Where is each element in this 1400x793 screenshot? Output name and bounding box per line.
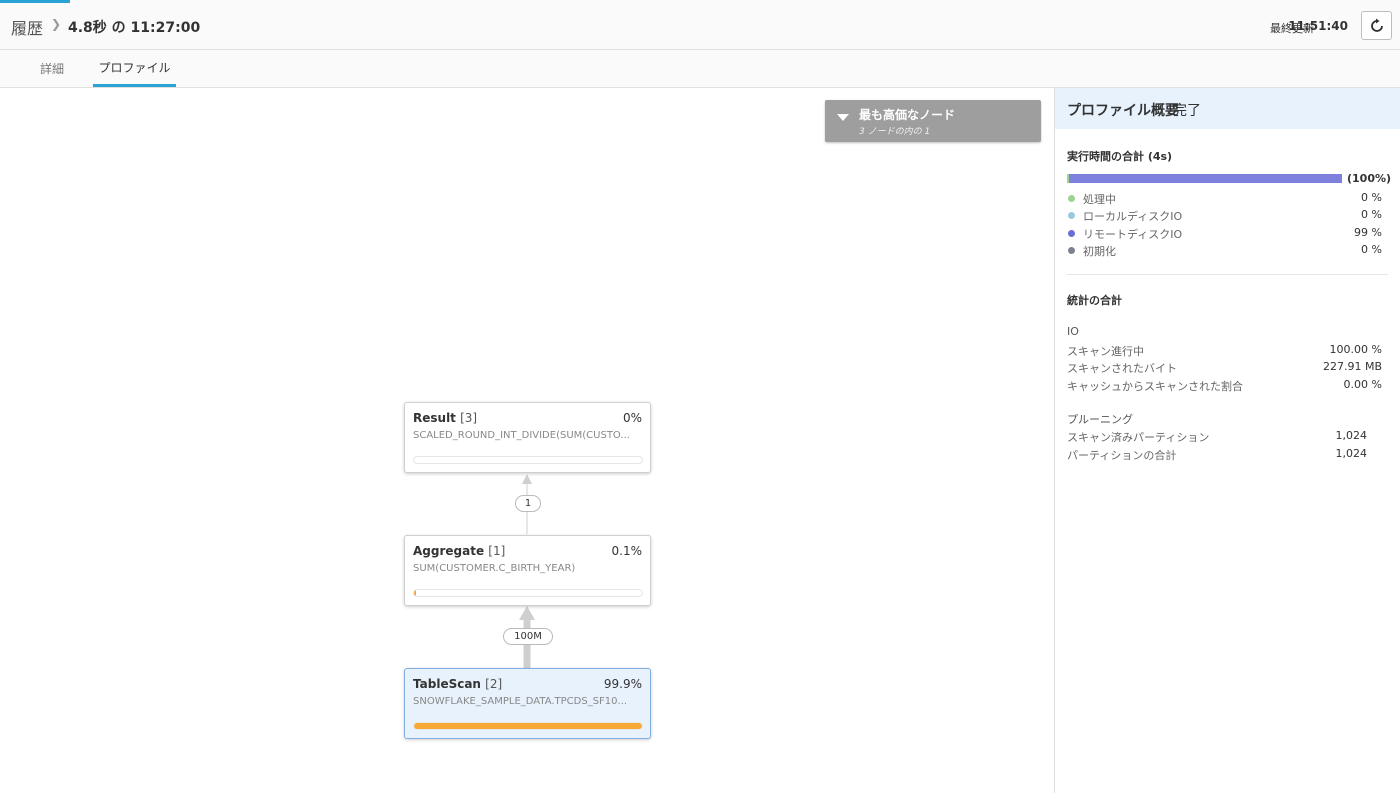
stat-row: パーティションの合計 1,024 bbox=[1067, 447, 1367, 462]
last-updated-time: 11:51:40 bbox=[1288, 19, 1348, 33]
legend-processing: 処理中 0 % bbox=[1067, 190, 1382, 206]
profile-overview-header: プロファイル概要 完了 bbox=[1055, 88, 1400, 129]
legend-local-disk-io: ローカルディスクIO 0 % bbox=[1067, 207, 1382, 223]
node-cost-bar bbox=[413, 589, 643, 597]
node-cost-fill bbox=[414, 590, 417, 596]
execution-time-bar bbox=[1067, 174, 1342, 183]
node-percent: 0% bbox=[622, 411, 642, 425]
stat-row: スキャン済みパーティション 1,024 bbox=[1067, 429, 1367, 444]
page-header: 履歴 ❯ 4.8秒 の 11:27:00 最終更新 11:51:40 bbox=[0, 0, 1400, 50]
node-cost-bar bbox=[413, 722, 643, 730]
arrow-up-icon bbox=[519, 606, 535, 620]
edge-label-rows: 100M bbox=[503, 628, 553, 645]
node-cost-bar bbox=[413, 456, 643, 464]
tab-details[interactable]: 詳細 bbox=[26, 50, 78, 87]
most-expensive-nodes-dropdown[interactable]: 最も高価なノード 3 ノードの内の 1 bbox=[825, 100, 1041, 142]
node-percent: 99.9% bbox=[603, 677, 642, 691]
refresh-icon bbox=[1370, 18, 1383, 32]
stat-row: スキャンされたバイト 227.91 MB bbox=[1067, 360, 1382, 375]
legend-initialization: 初期化 0 % bbox=[1067, 242, 1382, 258]
chevron-right-icon: ❯ bbox=[51, 17, 62, 31]
node-detail: SUM(CUSTOMER.C_BIRTH_YEAR) bbox=[413, 563, 576, 574]
node-detail: SCALED_ROUND_INT_DIVIDE(SUM(CUSTO... bbox=[413, 430, 630, 441]
execution-total-percent: (100%) bbox=[1347, 172, 1392, 185]
legend-dot bbox=[1068, 247, 1075, 254]
node-percent: 0.1% bbox=[611, 544, 643, 558]
caret-down-icon bbox=[837, 114, 849, 121]
operator-node-aggregate[interactable]: Aggregate [1] 0.1% SUM(CUSTOMER.C_BIRTH_… bbox=[404, 535, 651, 606]
page-title: 4.8秒 の 11:27:00 bbox=[68, 20, 201, 36]
node-detail: SNOWFLAKE_SAMPLE_DATA.TPCDS_SF10... bbox=[413, 696, 628, 707]
profile-overview-panel: プロファイル概要 完了 実行時間の合計 (4s) (100%) 処理中 0 % … bbox=[1054, 88, 1400, 793]
stat-row: スキャン進行中 100.00 % bbox=[1067, 343, 1382, 358]
node-cost-fill bbox=[414, 723, 642, 729]
node-name: TableScan [2] bbox=[413, 677, 503, 691]
query-profile-canvas[interactable]: 最も高価なノード 3 ノードの内の 1 1 100M Result [3] 0%… bbox=[0, 88, 1054, 793]
tab-bar: 詳細 プロファイル bbox=[0, 50, 1400, 88]
legend-dot bbox=[1068, 230, 1075, 237]
operator-node-tablescan[interactable]: TableScan [2] 99.9% SNOWFLAKE_SAMPLE_DAT… bbox=[404, 668, 651, 739]
most-expensive-nodes-subtitle: 3 ノードの内の 1 bbox=[859, 127, 931, 137]
operator-node-result[interactable]: Result [3] 0% SCALED_ROUND_INT_DIVIDE(SU… bbox=[404, 402, 651, 473]
legend-dot bbox=[1068, 195, 1075, 202]
top-accent-line bbox=[0, 0, 70, 3]
breadcrumb-history-link[interactable]: 履歴 bbox=[11, 15, 43, 39]
io-group-title: IO bbox=[1067, 325, 1079, 338]
pruning-group-title: プルーニング bbox=[1067, 413, 1133, 426]
profile-overview-title: プロファイル概要 bbox=[1067, 103, 1179, 119]
stat-row: キャッシュからスキャンされた割合 0.00 % bbox=[1067, 378, 1382, 393]
legend-remote-disk-io: リモートディスクIO 99 % bbox=[1067, 225, 1382, 241]
execution-time-title: 実行時間の合計 (4s) bbox=[1067, 150, 1173, 163]
node-name: Result [3] bbox=[413, 411, 478, 425]
most-expensive-nodes-title: 最も高価なノード bbox=[859, 108, 956, 122]
statistics-title: 統計の合計 bbox=[1067, 294, 1122, 307]
legend-dot bbox=[1068, 212, 1075, 219]
arrow-up-icon bbox=[522, 474, 532, 484]
tab-profile[interactable]: プロファイル bbox=[93, 50, 176, 87]
processing-segment bbox=[1067, 174, 1069, 183]
node-name: Aggregate [1] bbox=[413, 544, 506, 558]
edge-label-rows: 1 bbox=[515, 495, 541, 512]
refresh-button[interactable] bbox=[1361, 11, 1392, 40]
profile-status: 完了 bbox=[1173, 103, 1201, 119]
section-divider bbox=[1067, 274, 1388, 275]
